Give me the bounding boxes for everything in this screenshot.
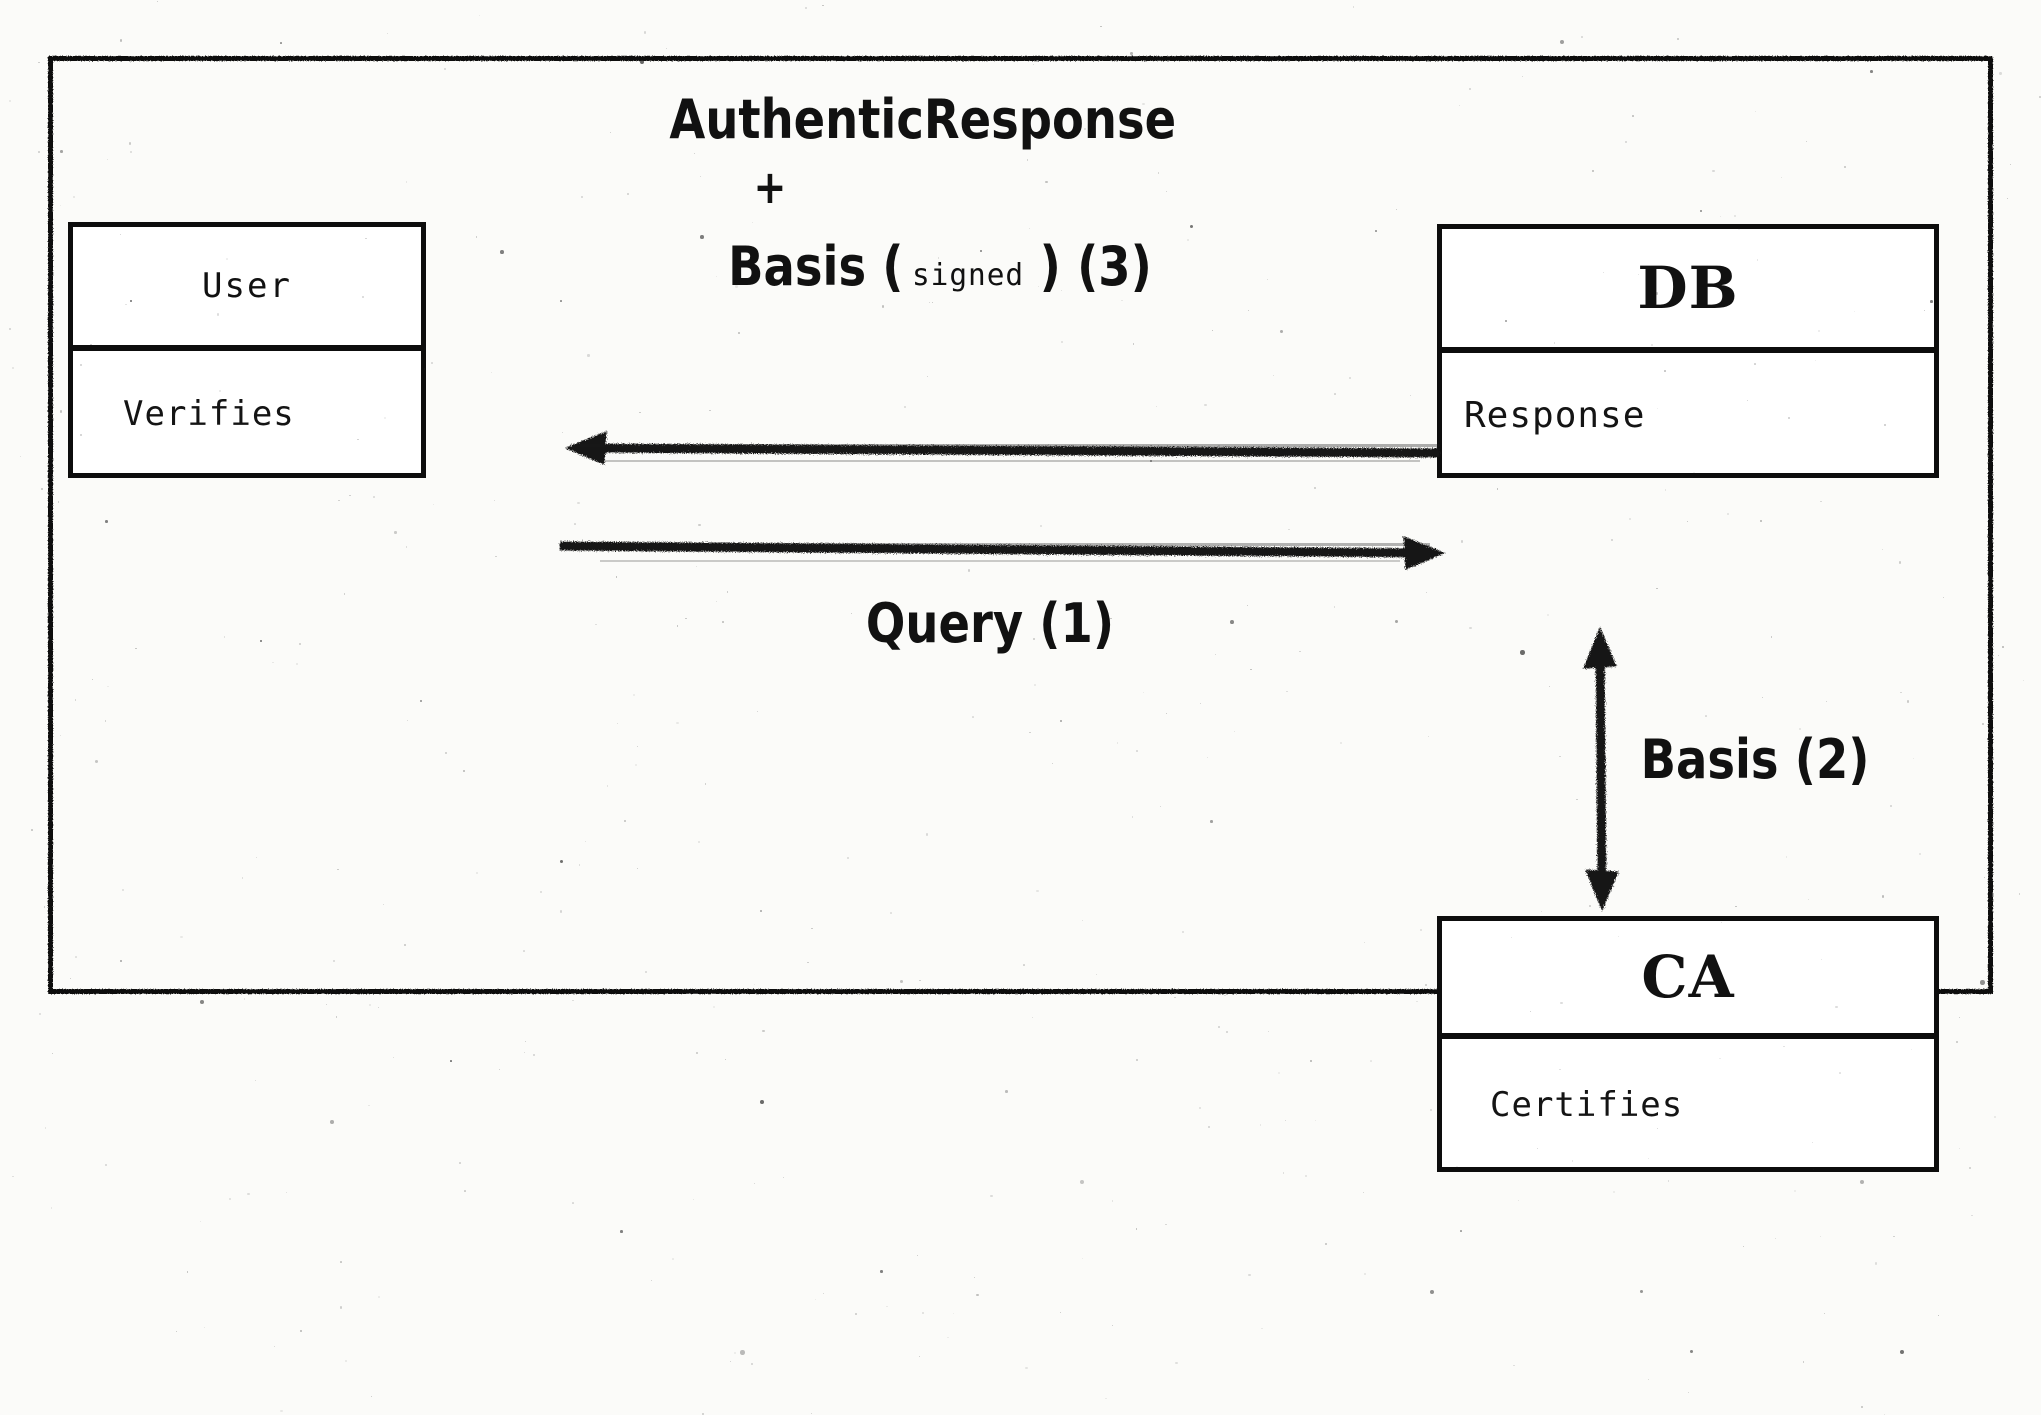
label-basis-open: Basis ( bbox=[728, 235, 904, 298]
label-basis-signed-3: Basis ( signed ) (3) bbox=[699, 235, 1181, 298]
class-box-user-name-cell: User bbox=[73, 227, 421, 345]
operation-verifies: Verifies bbox=[123, 394, 295, 434]
class-box-db: DB Response bbox=[1437, 224, 1939, 478]
operation-certifies: Certifies bbox=[1490, 1085, 1684, 1125]
label-query-1: Query (1) bbox=[865, 592, 1115, 655]
class-box-ca-operation-cell: Certifies bbox=[1442, 1039, 1934, 1171]
class-name-ca: CA bbox=[1641, 943, 1735, 1011]
class-box-db-operation-cell: Response bbox=[1442, 353, 1934, 477]
class-box-user: User Verifies bbox=[68, 222, 426, 478]
label-authentic-response: AuthenticResponse bbox=[669, 88, 1177, 151]
class-name-db: DB bbox=[1637, 254, 1739, 322]
class-box-ca: CA Certifies bbox=[1437, 916, 1939, 1172]
label-basis-close: ) (3) bbox=[1039, 235, 1152, 298]
class-name-user: User bbox=[202, 266, 292, 306]
class-box-db-name-cell: DB bbox=[1442, 229, 1934, 347]
class-box-ca-name-cell: CA bbox=[1442, 921, 1934, 1033]
figure-outer-frame bbox=[48, 56, 1993, 994]
class-box-user-operation-cell: Verifies bbox=[73, 351, 421, 477]
label-plus-operator: + bbox=[753, 160, 787, 214]
label-basis-2: Basis (2) bbox=[1640, 728, 1870, 791]
label-signed: signed bbox=[911, 258, 1024, 293]
operation-response: Response bbox=[1464, 394, 1646, 436]
